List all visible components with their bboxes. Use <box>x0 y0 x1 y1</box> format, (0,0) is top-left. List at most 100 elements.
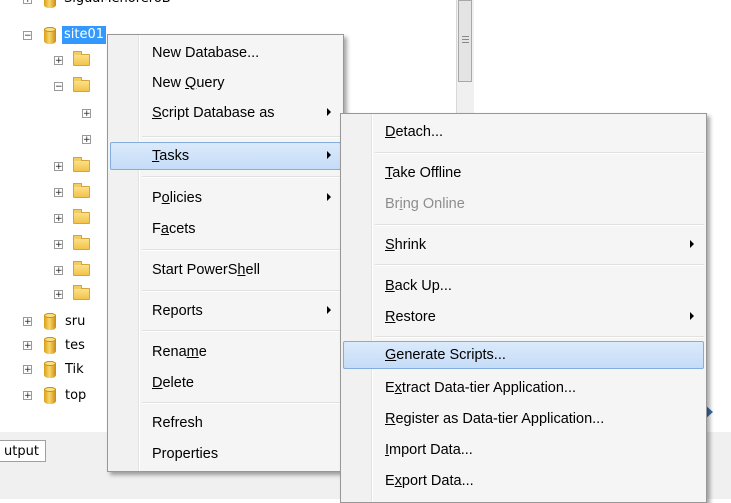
folder-icon <box>73 51 90 66</box>
tree-folder[interactable]: + <box>50 156 110 174</box>
menu-item-policies[interactable]: Policies <box>110 184 341 212</box>
label-text: tract Data-tier Application... <box>401 380 576 396</box>
menu-separator <box>375 224 704 226</box>
label-mnemonic: D <box>385 124 396 140</box>
menu-item-label: Take Offline <box>385 164 461 182</box>
expand-icon[interactable]: + <box>23 317 32 327</box>
menu-item-back-up[interactable]: Back Up... <box>343 272 704 300</box>
folder-icon <box>73 261 90 276</box>
tree-folder[interactable]: + <box>50 234 110 252</box>
menu-item-facets[interactable]: Facets <box>110 215 341 243</box>
tree-node-partial[interactable]: + SiguaMenoreroB <box>20 0 270 8</box>
label-mnemonic: R <box>385 309 396 325</box>
tree-node-label: tes <box>65 338 85 353</box>
scrollbar-thumb[interactable] <box>458 0 472 82</box>
label-mnemonic: x <box>394 380 402 396</box>
menu-item-register-data-tier[interactable]: Register as Data-tier Application... <box>343 405 704 433</box>
menu-item-new-database[interactable]: New Database... <box>110 39 341 67</box>
database-icon <box>44 27 56 44</box>
tree-subnode[interactable]: + <box>78 104 108 122</box>
label-text: licies <box>169 190 202 206</box>
menu-item-label: Restore <box>385 308 436 326</box>
expand-icon[interactable]: + <box>54 290 63 300</box>
menu-separator <box>142 330 341 332</box>
tasks-submenu: Detach... Take Offline Bring Online Shri… <box>340 113 707 503</box>
label-text: Rena <box>152 344 187 360</box>
menu-item-start-powershell[interactable]: Start PowerShell <box>110 256 341 284</box>
menu-item-shrink[interactable]: Shrink <box>343 231 704 259</box>
menu-separator <box>375 152 704 154</box>
menu-item-export-data[interactable]: Export Data... <box>343 467 704 495</box>
menu-item-detach[interactable]: Detach... <box>343 118 704 146</box>
label-mnemonic: G <box>385 347 397 363</box>
folder-icon <box>73 157 90 172</box>
label-text: hrink <box>394 237 427 253</box>
menu-item-refresh[interactable]: Refresh <box>110 409 341 437</box>
label-mnemonic: o <box>161 190 170 206</box>
tree-folder[interactable]: + <box>50 284 110 302</box>
menu-item-import-data[interactable]: Import Data... <box>343 436 704 464</box>
menu-item-label: Detach... <box>385 123 443 141</box>
submenu-arrow-icon <box>327 193 331 201</box>
menu-item-rename[interactable]: Rename <box>110 338 341 366</box>
label-text: cets <box>168 221 196 237</box>
tree-folder[interactable]: + <box>50 50 110 68</box>
label-text: asks <box>159 148 190 164</box>
menu-item-label: Generate Scripts... <box>385 346 506 364</box>
expand-icon[interactable]: + <box>54 240 63 250</box>
expand-icon[interactable]: + <box>23 0 32 5</box>
collapse-icon[interactable]: − <box>54 82 63 92</box>
expand-icon[interactable]: + <box>23 365 32 375</box>
menu-item-label: Rename <box>152 343 207 361</box>
menu-item-take-offline[interactable]: Take Offline <box>343 159 704 187</box>
menu-item-reports[interactable]: Reports <box>110 297 341 325</box>
tree-folder[interactable]: + <box>50 182 110 200</box>
expand-icon[interactable]: + <box>23 391 32 401</box>
grip-line <box>462 42 469 43</box>
folder-icon <box>73 183 90 198</box>
expand-icon[interactable]: + <box>54 188 63 198</box>
label-mnemonic: h <box>237 262 246 278</box>
database-icon <box>44 387 56 404</box>
label-mnemonic: x <box>394 473 402 489</box>
menu-item-script-database-as[interactable]: Script Database as <box>110 99 341 127</box>
menu-item-restore[interactable]: Restore <box>343 303 704 331</box>
menu-item-new-query[interactable]: New Query <box>110 69 341 97</box>
menu-item-extract-data-tier[interactable]: Extract Data-tier Application... <box>343 374 704 402</box>
menu-item-properties[interactable]: Properties <box>110 440 341 468</box>
folder-icon <box>73 285 90 300</box>
tree-folder[interactable]: − <box>50 76 110 94</box>
collapse-icon[interactable]: − <box>23 31 32 41</box>
label-mnemonic: D <box>152 375 163 391</box>
label-text: E <box>385 473 395 489</box>
tab-output[interactable]: utput <box>0 440 46 462</box>
tree-folder[interactable]: + <box>50 260 110 278</box>
expand-icon[interactable]: + <box>82 109 91 119</box>
expand-icon[interactable]: + <box>54 266 63 276</box>
label-mnemonic: m <box>186 344 199 360</box>
tree-folder[interactable]: + <box>50 208 110 226</box>
expand-icon[interactable]: + <box>54 162 63 172</box>
folder-icon <box>73 77 90 92</box>
submenu-arrow-icon <box>327 108 331 116</box>
menu-item-label: Export Data... <box>385 472 474 490</box>
label-text: ng Online <box>402 196 465 212</box>
expand-icon[interactable]: + <box>82 135 91 145</box>
folder-icon <box>73 209 90 224</box>
database-icon <box>44 337 56 354</box>
expand-icon[interactable]: + <box>54 56 63 66</box>
label-text: ell <box>245 262 261 278</box>
grip-line <box>462 39 469 40</box>
label-text: ack Up... <box>394 278 452 294</box>
menu-separator <box>142 136 341 138</box>
expand-icon[interactable]: + <box>54 214 63 224</box>
menu-item-generate-scripts[interactable]: Generate Scripts... <box>343 341 704 369</box>
menu-item-tasks[interactable]: Tasks <box>110 142 341 170</box>
menu-item-label: New Query <box>152 74 225 92</box>
menu-item-delete[interactable]: Delete <box>110 369 341 397</box>
tree-subnode[interactable]: + <box>78 130 108 148</box>
label-text: elete <box>162 375 194 391</box>
menu-item-label: Script Database as <box>152 104 275 122</box>
menu-item-label: Tasks <box>152 147 189 165</box>
expand-icon[interactable]: + <box>23 341 32 351</box>
